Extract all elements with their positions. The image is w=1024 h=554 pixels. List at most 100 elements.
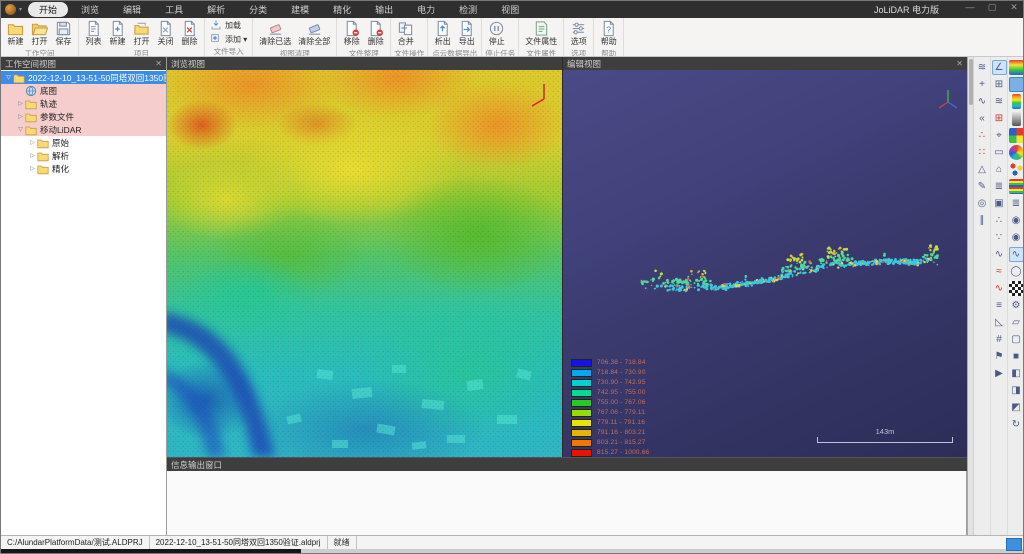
menu-tab[interactable]: 解析 <box>196 2 236 17</box>
checker-icon[interactable] <box>1009 281 1024 296</box>
cube-left-icon[interactable]: ◧ <box>1009 366 1024 381</box>
expander-icon[interactable]: ▷ <box>28 152 37 159</box>
orbit-icon[interactable]: ↻ <box>1009 417 1024 432</box>
classify-brush-icon[interactable]: ✎ <box>975 179 990 194</box>
app-logo-icon[interactable] <box>5 4 16 15</box>
tree-row[interactable]: ▽移动LiDAR <box>1 123 166 136</box>
ribbon-button[interactable]: 删除 <box>364 19 387 47</box>
slope-measure-icon[interactable]: ∠ <box>992 60 1007 75</box>
menu-tab[interactable]: 电力 <box>406 2 446 17</box>
ribbon-button[interactable]: ?帮助 <box>597 19 620 47</box>
elevation-bands-icon[interactable] <box>1009 179 1024 194</box>
flag-icon[interactable]: ⚑ <box>992 349 1007 364</box>
curve-edit-icon[interactable]: ≈ <box>992 264 1007 279</box>
pick-point-icon[interactable]: + <box>975 77 990 92</box>
points-sub-icon[interactable]: ∵ <box>992 230 1007 245</box>
window-close-button[interactable]: ✕ <box>1007 2 1021 13</box>
tree-row[interactable]: ▽2022-12-10_13-51-50同塔双回1350验证.aldprj <box>1 71 166 84</box>
expander-icon[interactable]: ▷ <box>28 165 37 172</box>
ribbon-button[interactable]: 清除已选 <box>256 19 294 47</box>
expander-icon[interactable]: ▷ <box>16 100 25 107</box>
eye-show-icon[interactable]: ◉ <box>1009 213 1024 228</box>
tower-icon[interactable]: △ <box>975 162 990 177</box>
cube-solid-icon[interactable]: ■ <box>1009 349 1024 364</box>
ribbon-button[interactable]: 加载 <box>208 19 243 31</box>
close-icon[interactable]: ✕ <box>155 59 162 68</box>
ribbon-button[interactable]: 添加 ▾ <box>208 33 249 45</box>
colorbar-icon[interactable] <box>1012 94 1021 109</box>
edit-3d-canvas[interactable]: 706.38 - 718.84718.84 - 730.90730.90 - 7… <box>563 70 967 457</box>
menu-tab[interactable]: 开始 <box>28 2 68 17</box>
window-minimize-button[interactable]: — <box>963 2 977 13</box>
navigate-icon[interactable]: ⌖ <box>992 128 1007 143</box>
tree-row[interactable]: ▷解析 <box>1 149 166 162</box>
resize-grip-icon[interactable] <box>1006 538 1022 551</box>
menu-tab[interactable]: 分类 <box>238 2 278 17</box>
ribbon-button[interactable]: 清除全部 <box>295 19 333 47</box>
eye-hide-icon[interactable]: ◉ <box>1009 230 1024 245</box>
grayscale-ramp-icon[interactable] <box>1012 111 1021 126</box>
menu-tab[interactable]: 检测 <box>448 2 488 17</box>
cursor-icon[interactable]: ▶ <box>992 366 1007 381</box>
ribbon-button[interactable]: 新建 <box>4 19 27 47</box>
menu-tab[interactable]: 精化 <box>322 2 362 17</box>
route-profile-icon[interactable]: ∿ <box>975 94 990 109</box>
rect-select-icon[interactable]: ▭ <box>992 145 1007 160</box>
menu-tab[interactable]: 输出 <box>364 2 404 17</box>
ribbon-button[interactable]: 列表 <box>82 19 105 47</box>
section-circle-icon[interactable]: ◯ <box>1009 264 1024 279</box>
quick-access-caret-icon[interactable]: ▾ <box>19 6 22 13</box>
slope-triangle-icon[interactable]: ◺ <box>992 315 1007 330</box>
cube-corner-icon[interactable]: ◩ <box>1009 400 1024 415</box>
menu-tab[interactable]: 编辑 <box>112 2 152 17</box>
points-add-icon[interactable]: ∴ <box>992 213 1007 228</box>
window-maximize-button[interactable]: ▢ <box>985 2 999 13</box>
tree-row[interactable]: ▷轨迹 <box>1 97 166 110</box>
expander-icon[interactable]: ▽ <box>16 126 25 133</box>
scrollbar-thumb[interactable] <box>969 59 973 105</box>
expander-icon[interactable]: ▷ <box>16 113 25 120</box>
cube-empty-icon[interactable]: ▢ <box>1009 332 1024 347</box>
flat-color-icon[interactable] <box>1009 77 1024 92</box>
tree-row[interactable]: ▷精化 <box>1 162 166 175</box>
ribbon-button[interactable]: 文件属性 <box>522 19 560 47</box>
ribbon-button[interactable]: 打开 <box>130 19 153 47</box>
ribbon-button[interactable]: 保存 <box>52 19 75 47</box>
menu-tab[interactable]: 工具 <box>154 2 194 17</box>
ribbon-button[interactable]: 打开 <box>28 19 51 47</box>
ribbon-button[interactable]: 选项 <box>567 19 590 47</box>
tree-row[interactable]: ▷参数文件 <box>1 110 166 123</box>
pointcloud-deselect-icon[interactable]: ∷ <box>975 145 990 160</box>
ribbon-button[interactable]: 移除 <box>340 19 363 47</box>
menu-tab[interactable]: 视图 <box>490 2 530 17</box>
gear-icon[interactable]: ⚙ <box>1009 298 1024 313</box>
cube-wire-icon[interactable]: ▱ <box>1009 315 1024 330</box>
cube-right-icon[interactable]: ◨ <box>1009 383 1024 398</box>
menu-tab[interactable]: 浏览 <box>70 2 110 17</box>
grid-icon[interactable]: ⊞ <box>992 77 1007 92</box>
multi-chevron-icon[interactable]: « <box>975 111 990 126</box>
grid-remove-icon[interactable]: ⊞ <box>992 111 1007 126</box>
list-icon[interactable]: ≣ <box>992 179 1007 194</box>
section-lines-icon[interactable]: ≡ <box>992 298 1007 313</box>
ribbon-button[interactable]: 关闭 <box>154 19 177 47</box>
rgb-points-icon[interactable] <box>1009 162 1024 177</box>
close-icon[interactable]: ✕ <box>956 59 963 68</box>
pointcloud-select-icon[interactable]: ∴ <box>975 128 990 143</box>
expander-icon[interactable]: ▽ <box>4 74 13 81</box>
fine-grid-icon[interactable]: # <box>992 332 1007 347</box>
browse-map-canvas[interactable] <box>167 70 562 457</box>
curve-smooth-icon[interactable]: ∿ <box>992 281 1007 296</box>
stack-icon[interactable]: ≣ <box>1009 196 1024 211</box>
pause-task-icon[interactable]: ∥ <box>975 213 990 228</box>
ribbon-button[interactable]: 新建 <box>106 19 129 47</box>
polyline-icon[interactable]: ∿ <box>992 247 1007 262</box>
edit-view-scrollbar[interactable] <box>968 57 974 535</box>
ribbon-button[interactable]: 析出 <box>431 19 454 47</box>
ribbon-button[interactable]: 导出 <box>455 19 478 47</box>
class-colors-icon[interactable] <box>1009 128 1024 143</box>
copy-view-icon[interactable]: ▣ <box>992 196 1007 211</box>
ribbon-button[interactable]: 合并 <box>394 19 417 47</box>
info-output-body[interactable] <box>167 471 967 535</box>
ribbon-button[interactable]: 停止 <box>485 19 508 47</box>
